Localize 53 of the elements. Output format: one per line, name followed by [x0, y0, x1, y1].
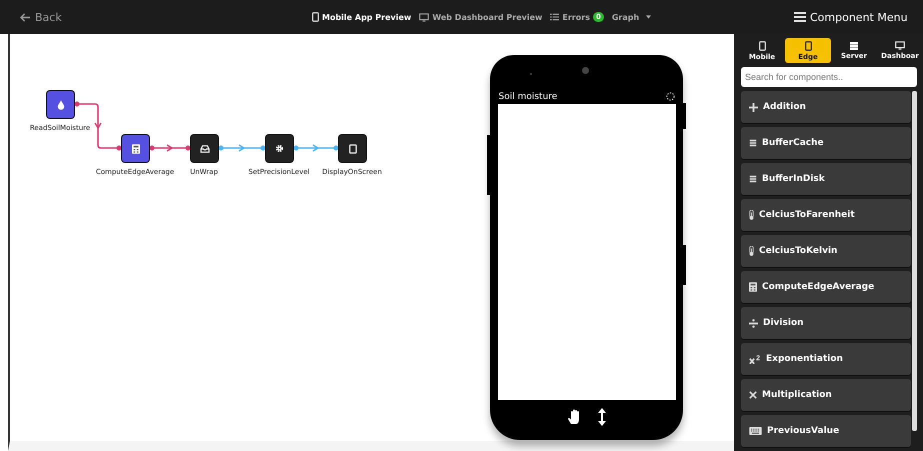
divide-icon: [749, 318, 758, 328]
calculator-icon: [749, 282, 757, 292]
component-item[interactable]: Multiplication: [741, 379, 911, 411]
component-item[interactable]: Division: [741, 307, 911, 339]
tablet-icon: [348, 144, 356, 154]
times-icon: [749, 391, 757, 399]
keyboard-icon: [749, 427, 762, 435]
caret-icon: [646, 15, 652, 19]
node-block[interactable]: [266, 135, 293, 162]
monitor-icon: [895, 41, 905, 50]
thermometer-icon: [749, 210, 754, 220]
server-icon: [850, 42, 858, 50]
stack-icon: [749, 175, 757, 183]
vertical-arrow-icon[interactable]: [598, 408, 606, 426]
view-tab[interactable]: Mobile App Preview: [312, 12, 412, 22]
back-link[interactable]: Back: [20, 10, 62, 24]
component-item[interactable]: Addition: [741, 91, 911, 123]
component-item[interactable]: BufferInDisk: [741, 163, 911, 195]
node-block[interactable]: [47, 91, 74, 118]
camera-dot: [582, 67, 589, 74]
calculator-icon: [132, 144, 140, 154]
monitor-icon: [419, 12, 430, 22]
component-item[interactable]: PreviousValue: [741, 415, 911, 447]
gear-icon: [275, 144, 284, 153]
component-item[interactable]: ComputeEdgeAverage: [741, 271, 911, 303]
graph-dropdown[interactable]: Graph: [612, 12, 652, 22]
component-item[interactable]: CelciusToFarenheit: [741, 199, 911, 231]
component-item[interactable]: Exponentiation: [741, 343, 911, 375]
phone-icon: [758, 40, 766, 50]
stack-icon: [749, 139, 757, 147]
hand-icon[interactable]: [568, 409, 582, 425]
list-icon: [550, 13, 560, 21]
node-block[interactable]: [191, 135, 218, 162]
errors-link[interactable]: Errors: [550, 12, 590, 22]
view-tab[interactable]: Web Dashboard Preview: [419, 12, 542, 22]
scrollbar[interactable]: [912, 91, 917, 431]
component-item[interactable]: BufferCache: [741, 127, 911, 159]
search-field[interactable]: Search for components..: [741, 67, 917, 87]
component-item[interactable]: CelciusToKelvin: [741, 235, 911, 267]
menu-icon: [794, 12, 806, 22]
drop-icon: [56, 100, 64, 110]
power-icon: [749, 354, 761, 364]
app-title: Soil moisture: [498, 92, 558, 102]
phone-icon: [804, 40, 812, 50]
node-block[interactable]: [339, 135, 366, 162]
loading-spinner-icon: [666, 92, 674, 101]
inbox-icon: [200, 144, 210, 152]
node-block[interactable]: [122, 135, 149, 162]
plus-icon: [749, 102, 758, 112]
thermometer-icon: [749, 246, 754, 256]
phone-icon: [312, 12, 319, 22]
component-menu-button[interactable]: Component Menu: [794, 10, 908, 24]
back-arrow-icon: [20, 12, 31, 22]
